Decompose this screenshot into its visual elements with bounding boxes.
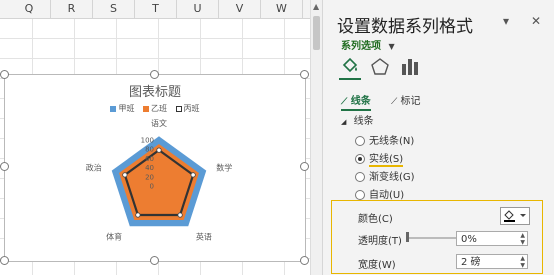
panel-title: 设置数据系列格式 [337, 17, 473, 37]
tab-label: 标记 [400, 96, 421, 107]
resize-handle[interactable] [300, 70, 309, 79]
width-value: 2 磅 [461, 257, 481, 268]
vertical-scrollbar[interactable]: ▲ [310, 0, 322, 275]
column-label: R [67, 2, 76, 15]
series-options-label: 系列选项 [341, 41, 381, 52]
column-header-v[interactable]: V [219, 0, 261, 18]
radio-gradient-line[interactable]: 渐变线(G) [355, 168, 415, 183]
fill-line-icon[interactable] [339, 56, 361, 80]
tab-label: 线条 [350, 96, 371, 107]
line-properties-group: 颜色(C) 透明度(T) 0% ▲ ▼ 宽度(W) 2 磅 ▲ ▼ [331, 200, 543, 274]
line-section-header[interactable]: ◢ 线条 [341, 112, 374, 127]
column-header-q[interactable]: Q [8, 0, 51, 18]
paint-bucket-icon [504, 210, 526, 222]
close-icon[interactable]: ✕ [531, 14, 541, 28]
resize-handle[interactable] [150, 256, 159, 265]
radio-label: 无线条(N) [369, 136, 415, 147]
column-label: U [193, 2, 202, 15]
transparency-value: 0% [461, 234, 477, 245]
radar-tick-label: 0 [150, 183, 154, 191]
column-label: T [152, 2, 159, 15]
radar-tick-label: 40 [145, 164, 154, 172]
resize-handle[interactable] [0, 256, 9, 265]
radio-solid-line[interactable]: 实线(S) [355, 150, 404, 167]
radio-no-line[interactable]: 无线条(N) [355, 132, 414, 147]
tab-line[interactable]: ⟋ 线条 [341, 92, 371, 111]
column-header-t[interactable]: T [135, 0, 177, 18]
spin-down-icon[interactable]: ▼ [520, 263, 525, 269]
radio-automatic[interactable]: 自动(U) [355, 186, 404, 201]
chart-area[interactable]: 图表标题 甲班 乙班 丙班 100 80 60 40 20 0 语文 数学 英语 体育 政治 [4, 74, 306, 262]
radar-tick-label: 60 [145, 155, 154, 163]
section-label: 线条 [353, 116, 374, 127]
radar-category-label: 政治 [86, 163, 102, 173]
marker-tab-icon: ⟋ [391, 97, 398, 107]
radio-circle[interactable] [355, 136, 365, 146]
effects-icon[interactable] [369, 56, 391, 78]
series-point[interactable] [177, 212, 183, 218]
radar-tick-label: 80 [145, 146, 154, 154]
resize-handle[interactable] [300, 256, 309, 265]
column-header-u[interactable]: U [177, 0, 219, 18]
column-label: V [235, 2, 244, 15]
series-point[interactable] [156, 147, 162, 153]
radar-series[interactable] [111, 136, 207, 227]
column-label: W [276, 2, 287, 15]
radar-tick-label: 20 [145, 173, 154, 181]
tab-marker[interactable]: ⟋ 标记 [391, 92, 421, 107]
collapse-triangle-icon: ◢ [341, 118, 347, 126]
transparency-slider-thumb[interactable] [406, 232, 409, 242]
transparency-slider-track[interactable] [406, 237, 456, 239]
width-label: 宽度(W) [358, 260, 396, 271]
resize-handle[interactable] [0, 162, 9, 171]
radio-circle[interactable] [355, 190, 365, 200]
radar-tick-label: 100 [141, 137, 154, 145]
panel-options-chevron-icon[interactable]: ▾ [503, 14, 509, 28]
resize-handle[interactable] [0, 70, 9, 79]
radar-category-label: 数学 [216, 163, 232, 173]
radio-label: 渐变线(G) [369, 172, 415, 183]
column-header-s[interactable]: S [93, 0, 135, 18]
radio-circle[interactable] [355, 172, 365, 182]
scroll-up-icon[interactable]: ▲ [313, 2, 319, 11]
column-label: S [110, 2, 117, 15]
radar-category-label: 英语 [196, 231, 212, 241]
series-point[interactable] [122, 172, 128, 178]
series-options-dropdown[interactable]: 系列选项 ▼ [341, 37, 395, 52]
radar-chart[interactable]: 10080604020 0 语文数学英语 体育 政治 [5, 75, 305, 261]
radar-category-label: 语文 [151, 118, 167, 128]
line-tab-icon: ⟋ [341, 97, 348, 107]
column-label: Q [24, 2, 34, 15]
spreadsheet-area[interactable]: Q R S T U V W 图表标题 甲班 乙班 丙班 100 80 60 40 20 0… [0, 0, 322, 275]
series-point[interactable] [190, 172, 196, 178]
color-picker-button[interactable] [500, 207, 530, 225]
spin-down-icon[interactable]: ▼ [520, 240, 525, 246]
transparency-spinner[interactable]: 0% ▲ ▼ [456, 231, 528, 246]
resize-handle[interactable] [150, 70, 159, 79]
radio-circle-selected[interactable] [355, 154, 365, 164]
resize-handle[interactable] [300, 162, 309, 171]
scroll-thumb[interactable] [313, 16, 320, 50]
column-header-w[interactable]: W [261, 0, 303, 18]
chevron-down-icon: ▼ [388, 42, 395, 51]
column-header-r[interactable]: R [51, 0, 93, 18]
radio-label: 实线(S) [369, 154, 404, 167]
radar-category-label: 体育 [106, 231, 122, 241]
column-header-bar: Q R S T U V W [0, 0, 322, 19]
color-label: 颜色(C) [358, 214, 393, 225]
transparency-label: 透明度(T) [358, 236, 402, 247]
series-乙班[interactable] [119, 143, 199, 220]
series-point[interactable] [135, 212, 141, 218]
format-data-series-panel: 设置数据系列格式 ▾ ✕ 系列选项 ▼ ⟋ 线条 ⟋ 标记 ◢ 线条 无线条(N… [322, 0, 554, 275]
series-options-icon[interactable] [399, 56, 421, 78]
width-spinner[interactable]: 2 磅 ▲ ▼ [456, 254, 528, 269]
